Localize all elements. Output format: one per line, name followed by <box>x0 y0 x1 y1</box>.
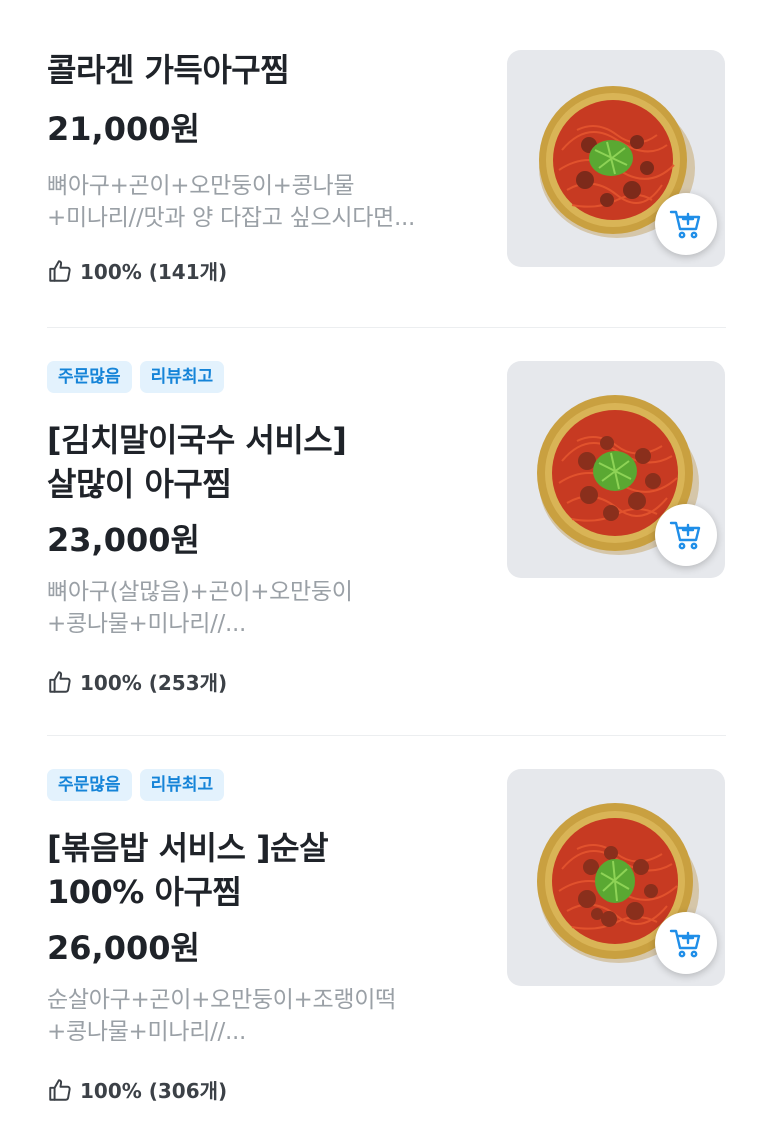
add-to-cart-button[interactable] <box>655 193 717 255</box>
description-line: +콩나물+미나리//... <box>47 1019 247 1045</box>
menu-item-price: 23,000원 <box>47 521 200 559</box>
badge-popular: 주문많음 <box>47 769 132 801</box>
menu-item-price: 26,000원 <box>47 929 200 967</box>
cart-add-icon <box>669 929 701 958</box>
badge-group: 주문많음 리뷰최고 <box>47 769 225 801</box>
description-line: +콩나물+미나리//... <box>47 611 247 637</box>
thumbs-up-icon <box>47 1077 73 1103</box>
description-line: 순살아구+곤이+오만둥이+조랭이떡 <box>47 987 396 1013</box>
rating: 100% (253개) <box>47 667 227 696</box>
menu-item-name-line: [볶음밥 서비스 ]순살 <box>47 829 329 867</box>
menu-item-name-line: 100% 아구찜 <box>47 873 242 911</box>
menu-list: 콜라겐 가득아구찜 21,000원 뼈아구+곤이+오만둥이+콩나물 +미나리//… <box>0 0 773 1130</box>
menu-item-description: 순살아구+곤이+오만둥이+조랭이떡 +콩나물+미나리//... <box>47 984 467 1048</box>
menu-item-name[interactable]: 콜라겐 가득아구찜 <box>47 48 477 92</box>
menu-item[interactable]: 주문많음 리뷰최고 [김치말이국수 서비스] 살많이 아구찜 23,000원 뼈… <box>0 328 773 736</box>
menu-item[interactable]: 콜라겐 가득아구찜 21,000원 뼈아구+곤이+오만둥이+콩나물 +미나리//… <box>0 0 773 328</box>
description-line: +미나리//맛과 양 다잡고 싶으시다면... <box>47 205 415 231</box>
add-to-cart-button[interactable] <box>655 504 717 566</box>
cart-add-icon <box>669 521 701 550</box>
cart-add-icon <box>669 210 701 239</box>
menu-item-name-line: 콜라겐 가득아구찜 <box>47 51 290 89</box>
rating: 100% (306개) <box>47 1075 227 1104</box>
thumbs-up-icon <box>47 258 73 284</box>
description-line: 뼈아구(살많음)+곤이+오만둥이 <box>47 579 353 605</box>
menu-item[interactable]: 주문많음 리뷰최고 [볶음밥 서비스 ]순살 100% 아구찜 26,000원 … <box>0 736 773 1130</box>
description-line: 뼈아구+곤이+오만둥이+콩나물 <box>47 173 355 199</box>
add-to-cart-button[interactable] <box>655 912 717 974</box>
rating: 100% (141개) <box>47 256 227 285</box>
rating-text: 100% (141개) <box>80 260 228 284</box>
badge-popular: 주문많음 <box>47 361 132 393</box>
thumbs-up-icon <box>47 669 73 695</box>
rating-text: 100% (306개) <box>80 1079 228 1103</box>
rating-text: 100% (253개) <box>80 671 228 695</box>
menu-item-name[interactable]: [볶음밥 서비스 ]순살 100% 아구찜 <box>47 826 477 914</box>
menu-item-name[interactable]: [김치말이국수 서비스] 살많이 아구찜 <box>47 418 477 506</box>
badge-group: 주문많음 리뷰최고 <box>47 361 225 393</box>
badge-best-review: 리뷰최고 <box>139 361 225 393</box>
menu-item-description: 뼈아구(살많음)+곤이+오만둥이 +콩나물+미나리//... <box>47 576 467 640</box>
menu-item-description: 뼈아구+곤이+오만둥이+콩나물 +미나리//맛과 양 다잡고 싶으시다면... <box>47 170 467 234</box>
menu-item-price: 21,000원 <box>47 110 200 148</box>
menu-item-name-line: [김치말이국수 서비스] <box>47 421 347 459</box>
badge-best-review: 리뷰최고 <box>139 769 225 801</box>
menu-item-name-line: 살많이 아구찜 <box>47 465 232 503</box>
